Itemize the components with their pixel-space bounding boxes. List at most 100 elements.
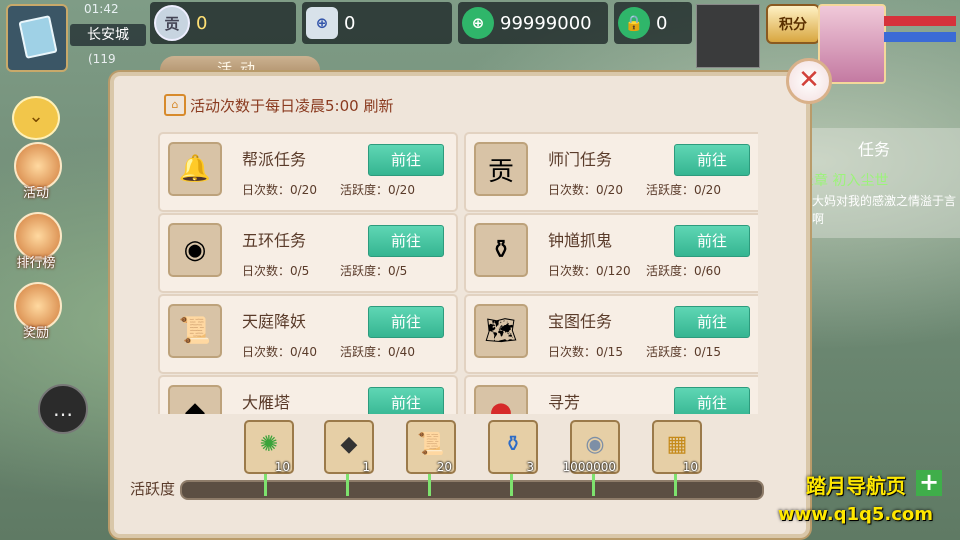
dark-stone-icon: ◆	[340, 432, 358, 457]
quest-description: 王大妈对我的感激之情溢于言表啊	[800, 194, 957, 226]
hp-bar	[884, 16, 956, 26]
activity-card: ● 寻芳 前往	[464, 375, 758, 414]
progress-tick	[510, 474, 513, 496]
mp-bar	[884, 32, 956, 42]
progress-tick	[592, 474, 595, 496]
watermark-url: www.q1q5.com	[778, 504, 934, 525]
clock-time: 01:42	[84, 2, 119, 16]
watermark-title: 踏月导航页	[806, 474, 906, 498]
go-button[interactable]: 前往	[368, 144, 444, 176]
chevron-down-icon: ⌄	[28, 106, 44, 127]
activity-daily-count: 日次数：0/5	[242, 264, 310, 278]
go-button[interactable]: 前往	[674, 144, 750, 176]
activity-points: 活跃度：0/60	[646, 264, 721, 278]
reward-quantity: 10	[274, 460, 290, 474]
treasure-map-icon: 🗺	[474, 304, 528, 358]
chat-button[interactable]: …	[38, 384, 88, 434]
go-button[interactable]: 前往	[674, 306, 750, 338]
sidebar-item-reward[interactable]: 奖励	[4, 282, 66, 344]
close-button[interactable]: ✕	[786, 58, 832, 104]
activity-card: ⚱ 钟馗抓鬼 日次数：0/120 活跃度：0/60 前往	[464, 213, 758, 293]
activity-points: 活跃度：0/15	[646, 345, 721, 359]
activity-card: 🔔 帮派任务 日次数：0/20 活跃度：0/20 前往	[158, 132, 458, 212]
activity-daily-count: 日次数：0/15	[548, 345, 623, 359]
collapse-menu-button[interactable]: ⌄	[12, 96, 60, 140]
golden-book-icon: ▦	[666, 432, 688, 457]
plus-button[interactable]: +	[916, 470, 942, 496]
house-icon: ⌂	[164, 94, 186, 116]
activity-card: ◉ 五环任务 日次数：0/5 活跃度：0/5 前往	[158, 213, 458, 293]
sidebar-item-ranking[interactable]: 排行榜	[4, 212, 66, 274]
world-map-button[interactable]	[6, 4, 68, 72]
go-button[interactable]: 前往	[368, 387, 444, 414]
silver-ingot-icon: ◉	[585, 432, 605, 457]
activity-points: 活跃度：0/20	[646, 183, 721, 197]
activity-name: 大雁塔	[242, 393, 291, 412]
gong-token-icon: 贡	[154, 5, 190, 41]
reward-quantity: 1	[362, 460, 370, 474]
npc-portrait[interactable]	[696, 4, 760, 68]
activity-progress-label: 活跃度	[130, 480, 176, 498]
resource-value: 0	[656, 12, 668, 34]
silver-ingot-icon: ⊕	[306, 7, 338, 39]
resource-silver[interactable]: ⊕ 0	[302, 2, 452, 44]
green-orb-icon: ✺	[259, 432, 279, 457]
locked-jade-icon: 🔒	[618, 7, 650, 39]
scroll-icon: 📜	[417, 432, 445, 457]
resource-locked-jade[interactable]: 🔒 0	[614, 2, 692, 44]
scroll-icon: 📜	[168, 304, 222, 358]
gong-token-icon: 贡	[474, 142, 528, 196]
vase-icon: ⚱	[474, 223, 528, 277]
activity-name: 天庭降妖	[242, 312, 307, 331]
reward-item[interactable]: ◆ 1	[324, 420, 374, 474]
activity-points: 活跃度：0/40	[340, 345, 415, 359]
reward-item[interactable]: ⚱ 3	[488, 420, 538, 474]
activity-card: ◆ 大雁塔 前往	[158, 375, 458, 414]
resource-gong[interactable]: 贡 0	[150, 2, 296, 44]
silver-ingot-icon: ◉	[168, 223, 222, 277]
resource-jade[interactable]: ⊕ 99999000	[458, 2, 608, 44]
progress-tick	[428, 474, 431, 496]
activity-card: 🗺 宝图任务 日次数：0/15 活跃度：0/15 前往	[464, 294, 758, 374]
progress-tick	[346, 474, 349, 496]
reward-item[interactable]: 📜 20	[406, 420, 456, 474]
resource-value: 99999000	[500, 12, 592, 34]
activity-points: 活跃度：0/20	[340, 183, 415, 197]
sidebar-item-label: 奖励	[22, 326, 49, 341]
activity-daily-count: 日次数：0/40	[242, 345, 317, 359]
activity-name: 钟馗抓鬼	[548, 231, 613, 250]
activity-points: 活跃度：0/5	[340, 264, 408, 278]
activity-daily-count: 日次数：0/20	[548, 183, 623, 197]
reward-quantity: 20	[436, 460, 452, 474]
progress-tick	[674, 474, 677, 496]
reward-quantity: 1000000	[562, 460, 616, 474]
coordinates: (119	[88, 52, 116, 66]
quest-name[interactable]: 录章 初入尘世	[800, 170, 888, 190]
sidebar-item-activity[interactable]: 活动	[4, 142, 66, 204]
reward-item[interactable]: ▦ 10	[652, 420, 702, 474]
go-button[interactable]: 前往	[368, 306, 444, 338]
points-button[interactable]: 积分	[766, 4, 820, 44]
city-name[interactable]: 长安城	[70, 24, 146, 46]
vase-icon: ⚱	[503, 432, 523, 457]
activity-name: 宝图任务	[548, 312, 613, 331]
activity-grid[interactable]: 🔔 帮派任务 日次数：0/20 活跃度：0/20 前往 贡 师门任务 日次数：0…	[158, 132, 758, 414]
activity-name: 五环任务	[242, 231, 307, 250]
guild-bell-icon: 🔔	[168, 142, 222, 196]
activity-name: 寻芳	[548, 393, 581, 412]
activity-card: 📜 天庭降妖 日次数：0/40 活跃度：0/40 前往	[158, 294, 458, 374]
activity-name: 帮派任务	[242, 150, 307, 169]
reward-item[interactable]: ◉ 1000000	[563, 420, 620, 474]
red-flower-icon: ●	[474, 385, 528, 414]
go-button[interactable]: 前往	[674, 387, 750, 414]
chat-bubble-icon: …	[53, 397, 73, 421]
go-button[interactable]: 前往	[368, 225, 444, 257]
reward-item[interactable]: ✺ 10	[244, 420, 294, 474]
activity-card: 贡 师门任务 日次数：0/20 活跃度：0/20 前往	[464, 132, 758, 212]
dark-stone-icon: ◆	[168, 385, 222, 414]
activity-daily-count: 日次数：0/20	[242, 183, 317, 197]
refresh-notice: 活动次数于每日凌晨5:00 刷新	[190, 97, 394, 115]
progress-tick	[264, 474, 267, 496]
go-button[interactable]: 前往	[674, 225, 750, 257]
quest-panel-title: 任务	[858, 140, 891, 159]
